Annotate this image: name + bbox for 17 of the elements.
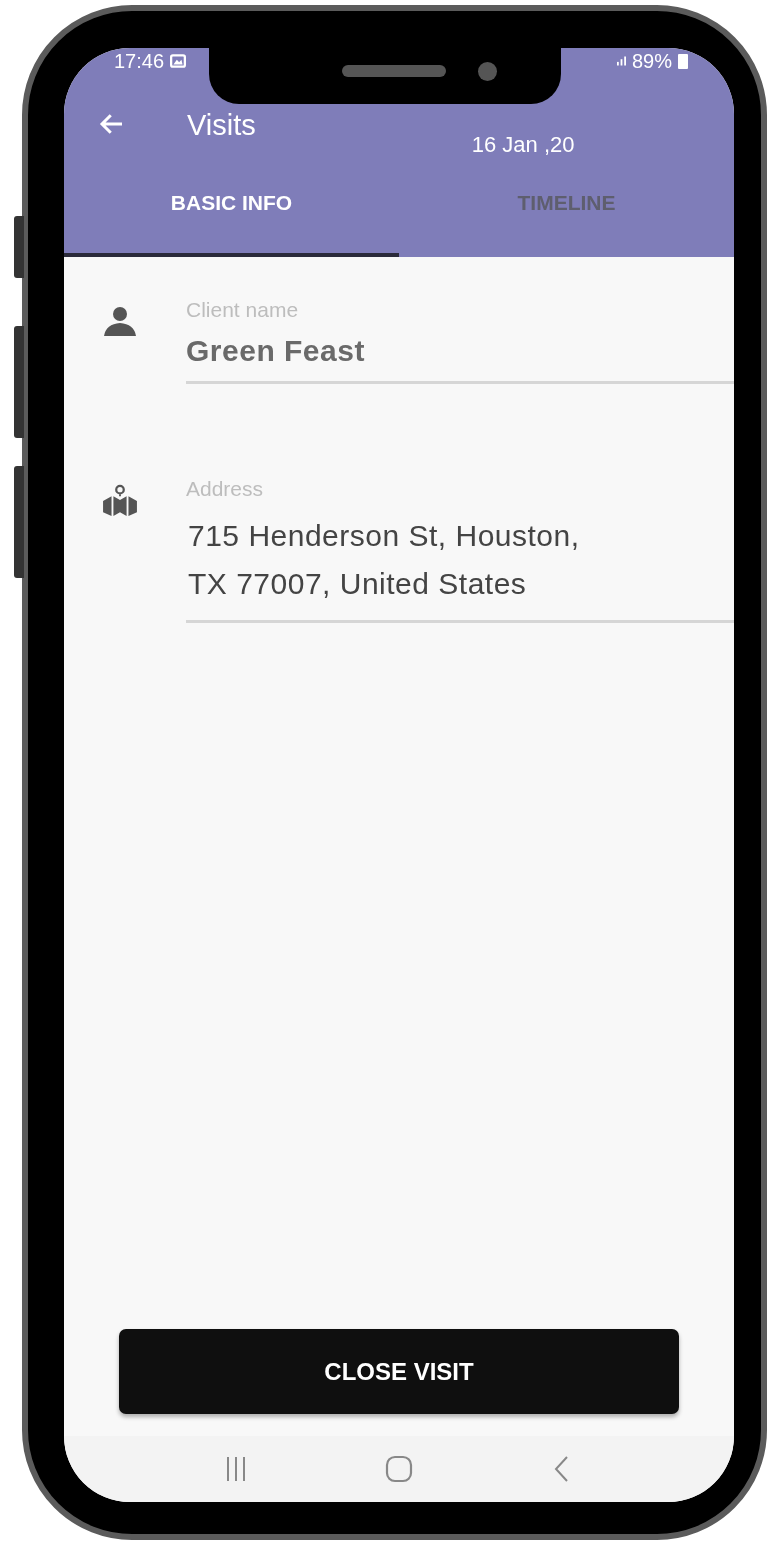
person-icon: [102, 305, 138, 337]
status-time: 17:46: [114, 50, 165, 72]
camera-dot: [478, 62, 497, 81]
field-value[interactable]: Green Feast: [186, 323, 734, 384]
field-value[interactable]: 715 Henderson St, Houston, TX 77007, United States: [186, 502, 734, 623]
visit-date: 16 Jan ,20: [471, 132, 575, 158]
tab[interactable]: BASIC INFO: [64, 162, 399, 257]
signal-icon: [616, 56, 626, 66]
field-label: Client name: [186, 297, 299, 323]
close-visit-button[interactable]: CLOSE VISIT: [119, 1329, 679, 1414]
home-icon[interactable]: [384, 1454, 414, 1484]
map-pin-icon: [102, 484, 138, 516]
image-icon: [170, 54, 187, 68]
field-label: Address: [186, 476, 264, 502]
battery-percent: 89%: [631, 50, 672, 72]
battery-icon: [678, 53, 688, 69]
screen-title: Visits: [187, 110, 256, 140]
